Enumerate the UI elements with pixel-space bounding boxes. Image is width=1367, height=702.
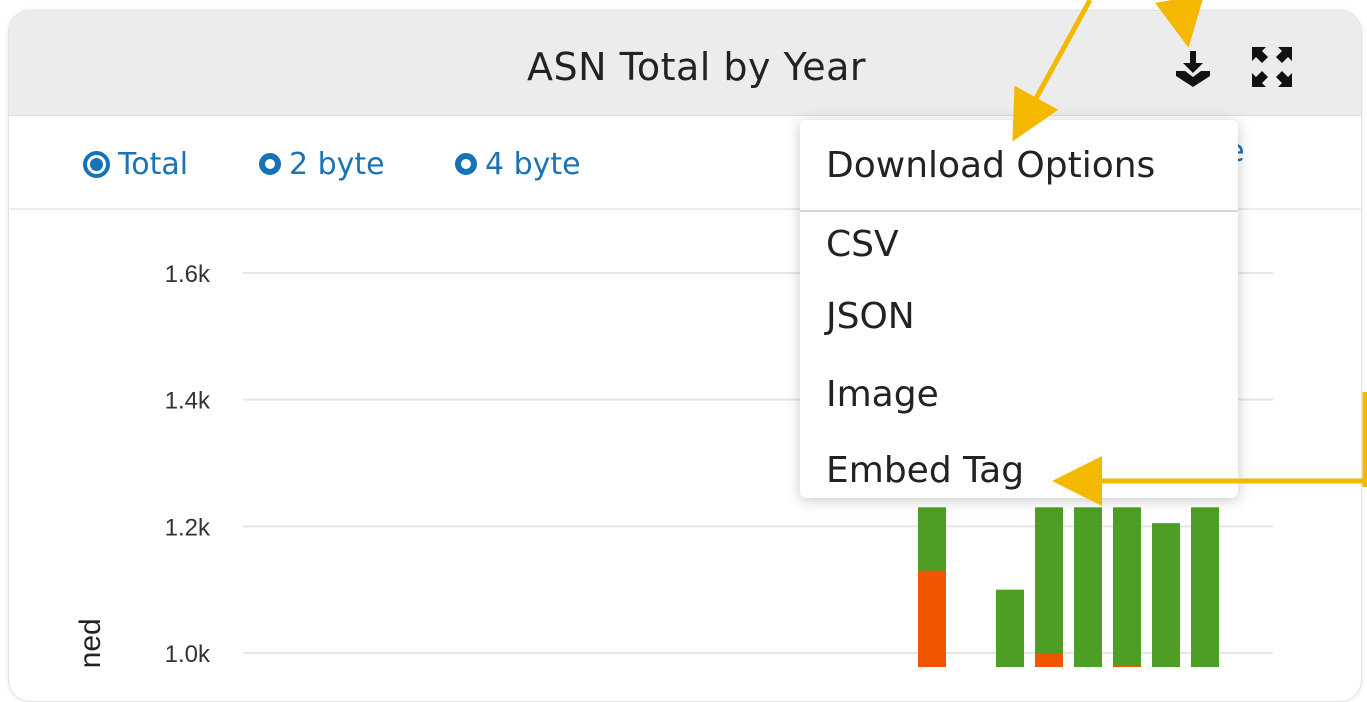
menu-item-csv[interactable]: CSV: [826, 224, 899, 265]
download-button[interactable]: [1173, 49, 1213, 89]
radio-4-byte[interactable]: 4 byte: [455, 146, 581, 182]
radio-unselected-icon: [259, 153, 281, 175]
expand-arrows-icon: [1252, 47, 1292, 87]
widget-header: ASN Total by Year: [9, 11, 1361, 116]
radio-4-byte-label: 4 byte: [485, 146, 581, 182]
menu-item-json[interactable]: JSON: [826, 296, 915, 337]
menu-item-embed-tag[interactable]: Embed Tag: [826, 450, 1024, 491]
menu-item-image[interactable]: Image: [826, 374, 939, 415]
fullscreen-button[interactable]: [1250, 45, 1294, 89]
radio-unselected-icon: [455, 153, 477, 175]
menu-header: Download Options: [800, 120, 1238, 212]
radio-2-byte[interactable]: 2 byte: [259, 146, 385, 182]
download-options-menu: Download Options CSV JSON Image Embed Ta…: [800, 120, 1238, 498]
radio-2-byte-label: 2 byte: [289, 146, 385, 182]
radio-total-label: Total: [118, 146, 189, 182]
download-tray-icon: [1176, 51, 1210, 87]
radio-selected-icon: [83, 150, 110, 178]
radio-total[interactable]: Total: [83, 146, 188, 182]
widget-title: ASN Total by Year: [526, 45, 867, 89]
